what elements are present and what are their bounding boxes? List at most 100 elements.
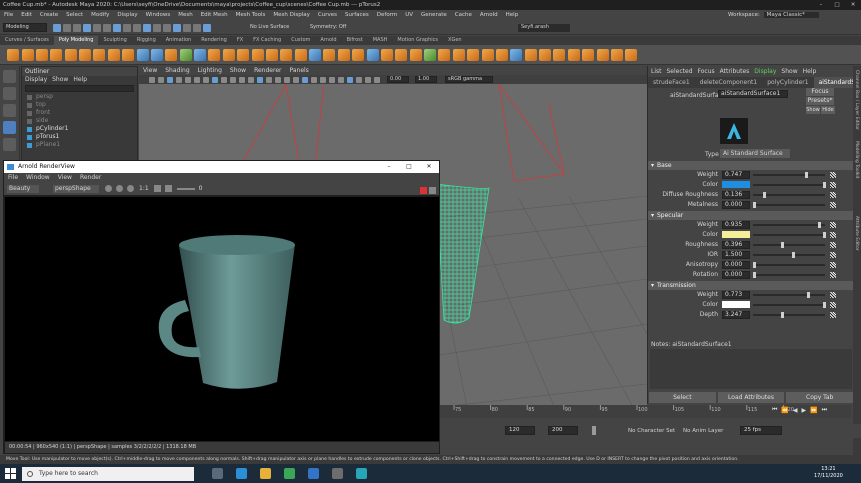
shelf-tool-icon[interactable] [294, 48, 307, 61]
attr-tab-show[interactable]: Show [781, 66, 797, 77]
outliner-search[interactable] [25, 85, 134, 92]
menu-curves[interactable]: Curves [318, 10, 337, 20]
copy-tab-button[interactable]: Copy Tab [786, 392, 854, 403]
outliner-item-top[interactable]: top [22, 101, 137, 109]
map-button-icon[interactable] [830, 292, 836, 298]
menu-generate[interactable]: Generate [421, 10, 447, 20]
type-dropdown[interactable]: Ai Standard Surface [720, 149, 790, 158]
shelf-tool-icon[interactable] [265, 48, 278, 61]
minimize-button[interactable]: – [813, 0, 829, 10]
shelf-tool-icon[interactable] [323, 48, 336, 61]
slider-handle[interactable] [792, 252, 795, 258]
map-button-icon[interactable] [830, 232, 836, 238]
outliner-item-persp[interactable]: persp [22, 93, 137, 101]
attr-slider[interactable] [753, 244, 825, 246]
slider-handle[interactable] [753, 262, 756, 268]
go-end-icon[interactable]: ⏭ [822, 406, 827, 414]
outliner-item-front[interactable]: front [22, 109, 137, 117]
shelf-tool-icon[interactable] [222, 48, 235, 61]
shelf-tool-icon[interactable] [366, 48, 379, 61]
step-back-icon[interactable]: ⏪ [781, 407, 788, 414]
shelf-tool-icon[interactable] [165, 48, 178, 61]
arnold-minimize-button[interactable]: – [379, 161, 399, 173]
render-settings-icon[interactable] [429, 187, 436, 194]
menu-help[interactable]: Help [506, 10, 519, 20]
chrome-icon[interactable] [283, 468, 295, 479]
status-tool-icon[interactable] [63, 24, 71, 32]
range-start-field[interactable]: 120 [505, 426, 535, 435]
viewport-tool-icon[interactable] [310, 76, 317, 83]
menu-windows[interactable]: Windows [146, 10, 171, 20]
menu-arnold[interactable]: Arnold [480, 10, 498, 20]
viewport-tool-icon[interactable] [166, 76, 173, 83]
shelf-tool-icon[interactable] [107, 48, 120, 61]
attr-value-field[interactable]: 3.247 [722, 311, 750, 319]
user-login[interactable]: Seyfi.arash [518, 24, 570, 32]
shelf-tool-icon[interactable] [21, 48, 34, 61]
windows-start-icon[interactable] [5, 468, 16, 479]
range-end-field[interactable]: 200 [548, 426, 578, 435]
map-button-icon[interactable] [830, 252, 836, 258]
attr-slider[interactable] [753, 224, 825, 226]
shelf-tool-icon[interactable] [352, 48, 365, 61]
node-tab-strudeface1[interactable]: strudeFace1 [648, 77, 695, 88]
status-tool-icon[interactable] [183, 24, 191, 32]
presets-button[interactable]: Presets* [806, 97, 834, 105]
go-start-icon[interactable]: ⏮ [772, 406, 777, 414]
outliner-item-ptorus1[interactable]: pTorus1 [22, 133, 137, 141]
slider-handle[interactable] [763, 192, 766, 198]
shelf-tool-icon[interactable] [380, 48, 393, 61]
viewport-menu-view[interactable]: View [143, 66, 157, 75]
menu-file[interactable]: File [4, 10, 13, 20]
shelf-tool-icon[interactable] [35, 48, 48, 61]
attr-tab-focus[interactable]: Focus [698, 66, 715, 77]
shelf-tool-icon[interactable] [467, 48, 480, 61]
attr-slider[interactable] [753, 204, 825, 206]
play-back-icon[interactable]: ◀ [793, 407, 798, 414]
menu-surfaces[interactable]: Surfaces [345, 10, 369, 20]
viewport-tool-icon[interactable] [346, 76, 353, 83]
shelf-tab-animation[interactable]: Animation [161, 36, 197, 45]
render-region-icon[interactable] [116, 185, 123, 192]
attr-slider[interactable] [753, 174, 825, 176]
shelf-tool-icon[interactable] [539, 48, 552, 61]
shelf-tool-icon[interactable] [553, 48, 566, 61]
viewport-tool-icon[interactable] [256, 76, 263, 83]
status-tool-icon[interactable] [173, 24, 181, 32]
attr-value-field[interactable]: 0.136 [722, 191, 750, 199]
slider-handle[interactable] [818, 222, 821, 228]
shelf-tool-icon[interactable] [179, 48, 192, 61]
color-swatch[interactable] [722, 301, 750, 308]
slider-handle[interactable] [781, 312, 784, 318]
slider-handle[interactable] [753, 272, 756, 278]
node-tab-polycylinder1[interactable]: polyCylinder1 [762, 77, 813, 88]
shelf-tab-xgen[interactable]: XGen [443, 36, 467, 45]
status-tool-icon[interactable] [133, 24, 141, 32]
viewport-tool-icon[interactable] [274, 76, 281, 83]
viewport-tool-icon[interactable] [193, 76, 200, 83]
gamma-field[interactable]: 1.00 [415, 76, 437, 83]
menu-deform[interactable]: Deform [377, 10, 397, 20]
show-button[interactable]: Show [806, 106, 820, 114]
notes-field[interactable] [650, 349, 852, 389]
menu-edit-mesh[interactable]: Edit Mesh [201, 10, 228, 20]
attr-value-field[interactable]: 0.773 [722, 291, 750, 299]
shelf-tool-icon[interactable] [596, 48, 609, 61]
status-tool-icon[interactable] [123, 24, 131, 32]
menu-display[interactable]: Display [117, 10, 137, 20]
attr-value-field[interactable]: 0.000 [722, 201, 750, 209]
exposure-field[interactable]: 0.00 [387, 76, 409, 83]
shelf-tool-icon[interactable] [567, 48, 580, 61]
shelf-tab-poly-modeling[interactable]: Poly Modeling [53, 36, 99, 45]
viewport-tool-icon[interactable] [238, 76, 245, 83]
shelf-tool-icon[interactable] [524, 48, 537, 61]
menuset-dropdown[interactable]: Modeling [3, 23, 47, 32]
arnold-menu-file[interactable]: File [8, 173, 18, 182]
shelf-tool-icon[interactable] [610, 48, 623, 61]
viewport-menu-lighting[interactable]: Lighting [198, 66, 222, 75]
shelf-tool-icon[interactable] [194, 48, 207, 61]
status-tool-icon[interactable] [193, 24, 201, 32]
shelf-tool-icon[interactable] [280, 48, 293, 61]
shelf-tab-custom[interactable]: Custom [286, 36, 315, 45]
attr-slider[interactable] [753, 294, 825, 296]
